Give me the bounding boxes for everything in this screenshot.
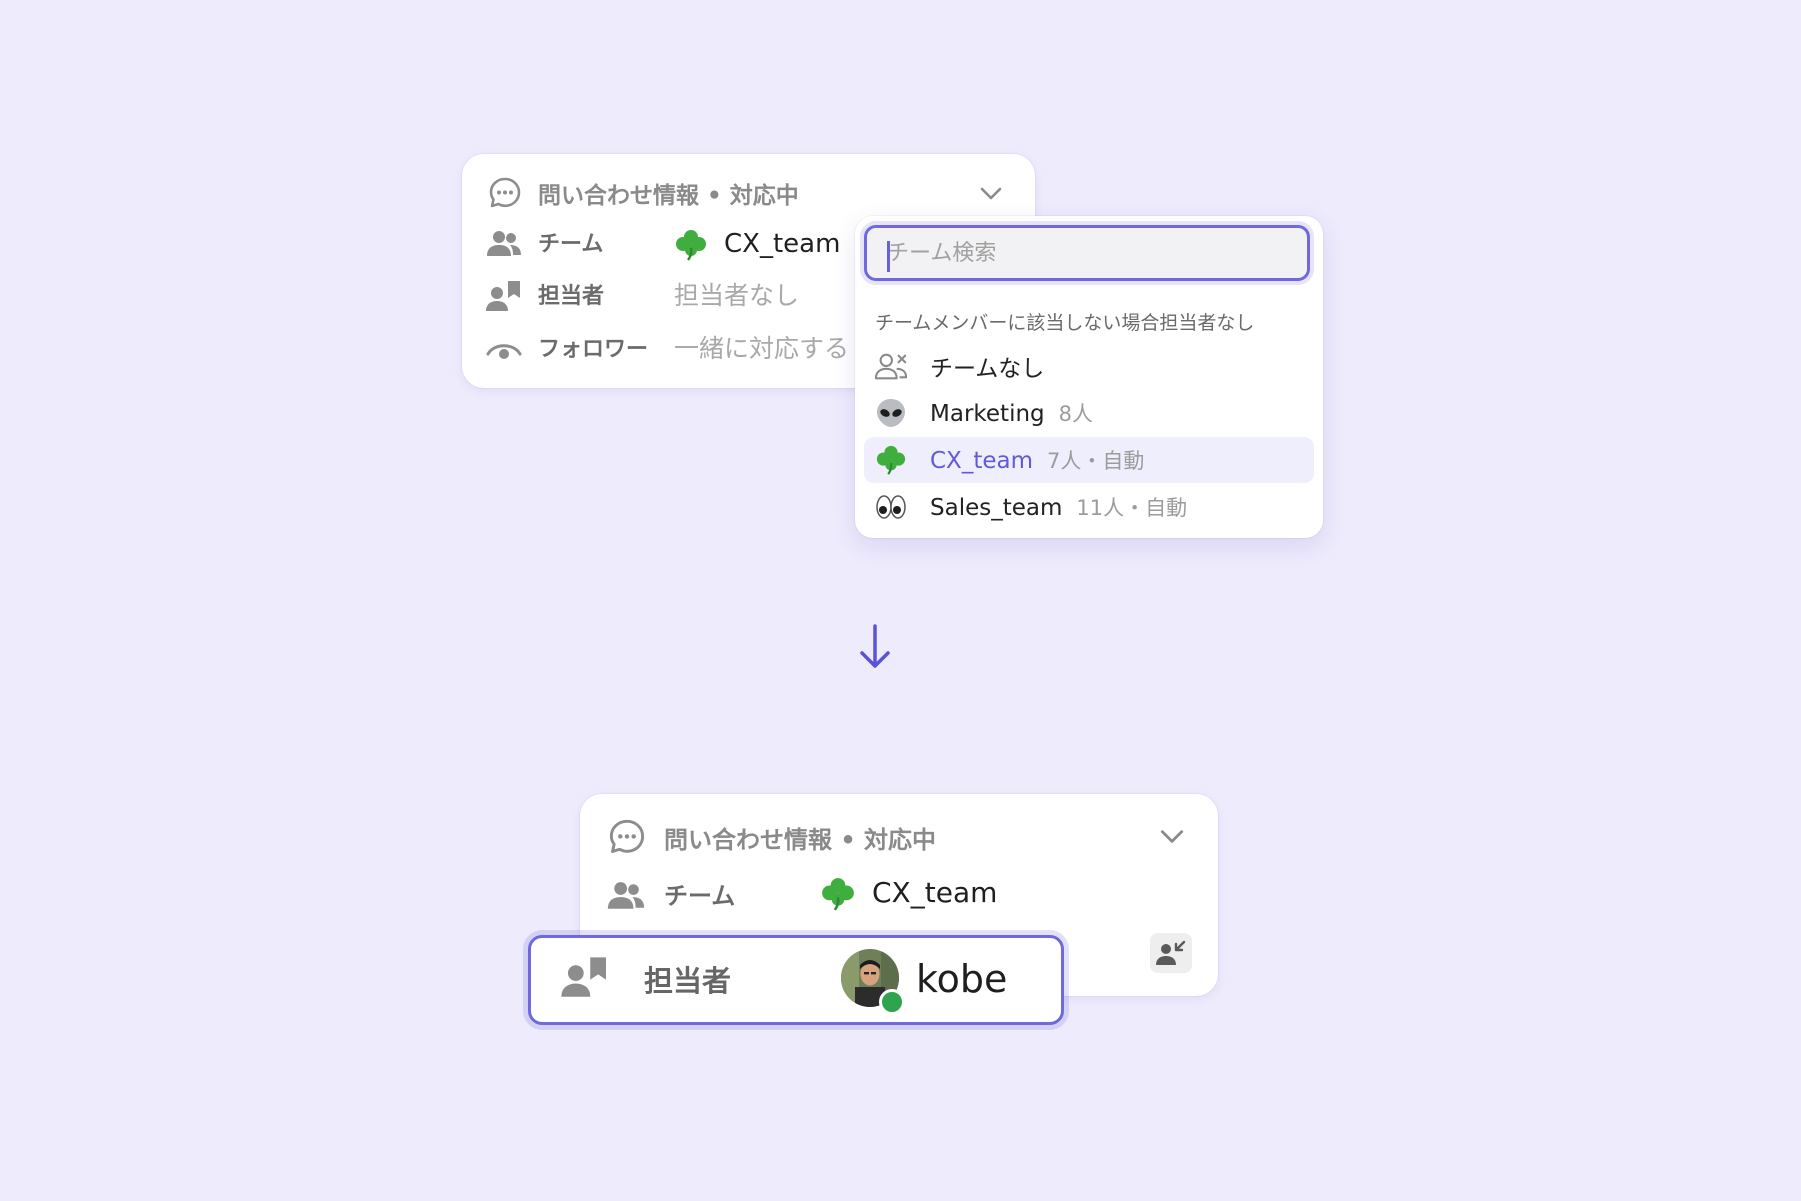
team-icon — [607, 882, 645, 909]
option-text: Sales_team 11人・自動 — [930, 492, 1187, 522]
assignee-icon — [561, 957, 606, 997]
no-team-icon — [874, 350, 908, 382]
clover-emoji-icon — [676, 230, 706, 261]
arrow-down-icon — [860, 624, 890, 668]
team-label: チーム — [664, 882, 736, 910]
clover-emoji-icon — [822, 878, 854, 911]
team-label: チーム — [538, 232, 604, 257]
eye-icon — [486, 344, 522, 359]
option-meta: 7人・自動 — [1046, 449, 1145, 473]
card-header-title: 問い合わせ情報 • 対応中 — [664, 825, 937, 854]
clover-emoji-icon — [874, 444, 908, 476]
team-dropdown: チームメンバーに該当しない場合担当者なし チームなし Marketing 8人 — [855, 216, 1323, 538]
chevron-down-icon[interactable] — [978, 182, 1004, 204]
follower-value[interactable]: 一緒に対応する — [674, 331, 864, 367]
online-status-dot — [879, 989, 905, 1015]
option-label: チームなし — [930, 356, 1045, 382]
assignee-value: kobe — [916, 957, 1008, 1001]
team-icon — [487, 231, 521, 256]
team-value[interactable]: CX_team — [872, 874, 997, 912]
unassign-button[interactable] — [1150, 933, 1192, 973]
option-no-team[interactable]: チームなし — [864, 343, 1314, 389]
option-label: CX_team — [930, 448, 1033, 474]
alien-emoji-icon — [874, 397, 908, 429]
option-label: Sales_team — [930, 495, 1063, 521]
dropdown-hint: チームメンバーに該当しない場合担当者なし — [875, 312, 1255, 334]
avatar — [841, 949, 905, 1015]
option-meta: 11人・自動 — [1076, 496, 1188, 520]
assignee-icon — [486, 281, 520, 311]
option-sales-team[interactable]: Sales_team 11人・自動 — [864, 484, 1314, 530]
follower-label: フォロワー — [538, 337, 649, 362]
card-header-title: 問い合わせ情報 • 対応中 — [538, 183, 799, 209]
team-search-input[interactable] — [864, 225, 1310, 281]
chevron-down-icon[interactable] — [1158, 824, 1186, 848]
option-meta: 8人 — [1058, 402, 1094, 426]
option-text: Marketing 8人 — [930, 398, 1093, 428]
option-text: CX_team 7人・自動 — [930, 445, 1144, 475]
assignee-value[interactable]: 担当者なし — [674, 278, 799, 314]
chat-bubble-icon — [489, 177, 521, 208]
text-caret — [887, 241, 890, 272]
chat-bubble-icon — [609, 819, 645, 853]
team-value[interactable]: CX_team — [724, 226, 840, 262]
assign-back-icon — [1156, 940, 1186, 965]
eyes-emoji-icon — [874, 491, 908, 523]
option-label: Marketing — [930, 401, 1045, 427]
option-marketing[interactable]: Marketing 8人 — [864, 390, 1314, 436]
assignee-row-highlighted[interactable]: 担当者 kobe — [528, 935, 1064, 1025]
option-cx-team[interactable]: CX_team 7人・自動 — [864, 437, 1314, 483]
assignee-label: 担当者 — [644, 964, 732, 998]
assignee-label: 担当者 — [538, 284, 605, 309]
